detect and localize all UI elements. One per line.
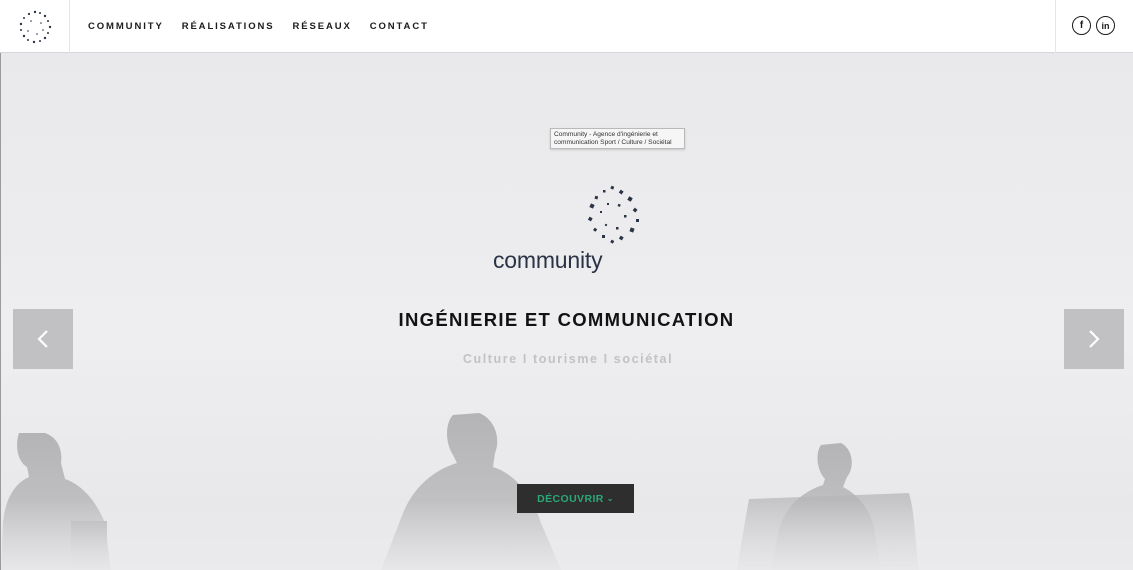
decouvrir-label: DÉCOUVRIR [537,492,604,505]
site-header: COMMUNITY RÉALISATIONS RÉSEAUX CONTACT f… [0,0,1133,53]
chevron-left-icon [37,330,48,348]
slider-prev-button[interactable] [13,309,73,369]
social-links: f in [1055,0,1133,53]
nav-community[interactable]: COMMUNITY [88,21,164,32]
hero-headline: INGÉNIERIE ET COMMUNICATION [398,309,735,330]
decouvrir-button[interactable]: DÉCOUVRIR ⌄ [517,484,634,513]
slider-next-button[interactable] [1064,309,1124,369]
tooltip-line-2: communication Sport / Culture / Sociétal [554,139,672,146]
facebook-icon[interactable]: f [1072,16,1091,35]
nav-reseaux[interactable]: RÉSEAUX [293,21,352,32]
main-nav: COMMUNITY RÉALISATIONS RÉSEAUX CONTACT [88,0,447,53]
brand-name: community [493,247,603,273]
logo-link[interactable] [0,0,70,53]
community-logo-icon [19,10,52,44]
community-brand-icon [587,185,639,244]
linkedin-icon[interactable]: in [1096,16,1115,35]
tooltip-line-1: Community - Agence d'ingénierie et [554,131,658,138]
logo-tooltip: Community - Agence d'ingénierie et commu… [550,128,685,149]
nav-realisations[interactable]: RÉALISATIONS [182,21,275,32]
hero-subline: Culture I tourisme I sociétal [462,352,674,366]
chevron-right-icon [1089,330,1100,348]
nav-contact[interactable]: CONTACT [370,21,429,32]
chevron-down-icon: ⌄ [606,494,614,503]
